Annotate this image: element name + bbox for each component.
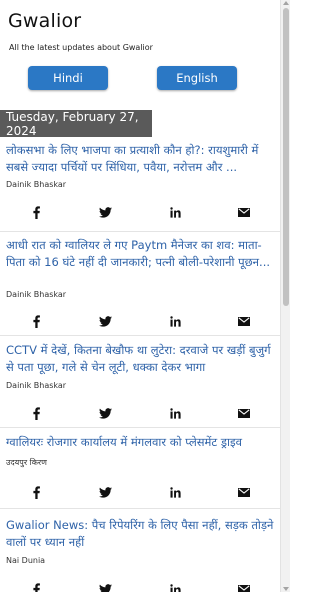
facebook-icon[interactable] [28, 484, 44, 500]
article-card: ग्वालियरः रोजगार कार्यालय में मंगलवार को… [0, 428, 280, 509]
linkedin-icon[interactable] [167, 581, 183, 592]
article-headline[interactable]: लोकसभा के लिए भाजपा का प्रत्याशी कौन हो?… [6, 142, 276, 176]
article-card: आधी रात को ग्वालियर ले गए Paytm मैनेजर क… [0, 232, 280, 336]
article-headline[interactable]: Gwalior News: पैच रिपेयरिंग के लिए पैसा … [6, 517, 276, 551]
article-card: Gwalior News: पैच रिपेयरिंग के लिए पैसा … [0, 509, 280, 592]
share-row [0, 313, 280, 329]
linkedin-icon[interactable] [167, 484, 183, 500]
hindi-button[interactable]: Hindi [28, 66, 108, 90]
article-source: Dainik Bhaskar [6, 180, 67, 189]
article-source: Dainik Bhaskar [6, 381, 67, 390]
news-page: Gwalior All the latest updates about Gwa… [0, 0, 280, 592]
twitter-icon[interactable] [97, 405, 113, 421]
twitter-icon[interactable] [97, 484, 113, 500]
share-row [0, 484, 280, 500]
email-icon[interactable] [236, 405, 252, 421]
date-label: Tuesday, February 27, 2024 [0, 110, 152, 138]
share-row [0, 405, 280, 421]
linkedin-icon[interactable] [167, 313, 183, 329]
article-source: Dainik Bhaskar [6, 290, 67, 299]
linkedin-icon[interactable] [167, 204, 183, 220]
twitter-icon[interactable] [97, 581, 113, 592]
scroll-up-arrow-icon[interactable] [283, 0, 289, 6]
page-subtitle: All the latest updates about Gwalior [9, 43, 153, 52]
email-icon[interactable] [236, 581, 252, 592]
facebook-icon[interactable] [28, 405, 44, 421]
english-button[interactable]: English [157, 66, 237, 90]
share-row [0, 204, 280, 220]
scrollbar-thumb[interactable] [283, 8, 289, 306]
article-source: उदयपुर किरण [6, 458, 47, 467]
email-icon[interactable] [236, 313, 252, 329]
article-headline[interactable]: CCTV में देखें, कितना बेखौफ था लुटेरा: द… [6, 342, 276, 376]
email-icon[interactable] [236, 204, 252, 220]
article-headline[interactable]: आधी रात को ग्वालियर ले गए Paytm मैनेजर क… [6, 237, 276, 271]
email-icon[interactable] [236, 484, 252, 500]
scroll-down-arrow-icon[interactable] [283, 586, 289, 592]
page-title: Gwalior [8, 10, 82, 32]
facebook-icon[interactable] [28, 581, 44, 592]
facebook-icon[interactable] [28, 204, 44, 220]
article-card: लोकसभा के लिए भाजपा का प्रत्याशी कौन हो?… [0, 137, 280, 232]
linkedin-icon[interactable] [167, 405, 183, 421]
article-headline[interactable]: ग्वालियरः रोजगार कार्यालय में मंगलवार को… [6, 434, 276, 451]
vertical-scrollbar[interactable] [280, 0, 290, 592]
twitter-icon[interactable] [97, 313, 113, 329]
facebook-icon[interactable] [28, 313, 44, 329]
twitter-icon[interactable] [97, 204, 113, 220]
article-card: CCTV में देखें, कितना बेखौफ था लुटेरा: द… [0, 336, 280, 428]
share-row [0, 581, 280, 592]
article-source: Nai Dunia [6, 556, 46, 565]
